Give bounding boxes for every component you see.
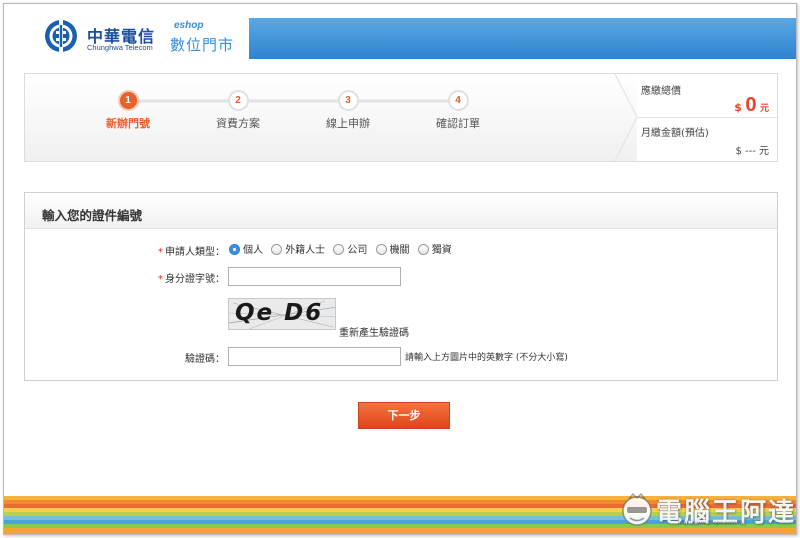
- id-number-label: * 身分證字號：: [25, 270, 225, 285]
- step-rate-plan: 2 資費方案: [198, 90, 278, 131]
- step-label: 資費方案: [216, 117, 260, 130]
- form-title-bar: 輸入您的證件編號: [25, 193, 777, 229]
- captcha-image: Qe D6: [228, 298, 336, 330]
- captcha-label: 驗證碼：: [185, 354, 225, 365]
- id-number-row: * 身分證字號：: [25, 267, 777, 287]
- radio-label: 獨資: [431, 245, 452, 256]
- captcha-row: 驗證碼： 請輸入上方圖片中的英數字 (不分大小寫): [25, 347, 777, 367]
- radio-agency[interactable]: 機關: [375, 241, 410, 256]
- required-mark: *: [158, 247, 163, 258]
- step-number: 2: [227, 90, 249, 111]
- radio-button[interactable]: [417, 243, 429, 255]
- radio-button[interactable]: [271, 243, 283, 255]
- monthly-fee-label: 月繳金額(預估): [641, 128, 709, 139]
- step-online-apply: 3 線上申辦: [308, 90, 388, 131]
- total-price-label: 應繳總價: [641, 86, 681, 97]
- step-confirm-order: 4 確認訂單: [418, 90, 498, 131]
- site-header: 中華電信 Chunghwa Telecom eshop 數位門市: [4, 4, 796, 60]
- radio-label: 外籍人士: [285, 245, 326, 256]
- digital-store-label: 數位門市: [170, 36, 235, 54]
- price-divider: [637, 117, 777, 118]
- step-label: 新辦門號: [106, 117, 150, 130]
- required-mark: *: [158, 274, 163, 285]
- id-number-label-text: 身分證字號：: [165, 274, 225, 285]
- radio-individual[interactable]: 個人: [229, 241, 263, 256]
- id-form-box: 輸入您的證件編號 * 申請人類型： 個人 外籍人士 公司 機關 獨資 * 身分證字號…: [24, 192, 778, 381]
- logo-english-name: Chunghwa Telecom: [87, 43, 153, 52]
- applicant-type-row: * 申請人類型： 個人 外籍人士 公司 機關 獨資: [25, 240, 777, 260]
- step-number: 1: [117, 90, 139, 111]
- id-number-input[interactable]: [228, 267, 401, 286]
- form-title: 輸入您的證件編號: [42, 208, 143, 223]
- radio-label: 機關: [389, 245, 410, 256]
- step-number: 4: [447, 90, 469, 111]
- next-step-button[interactable]: 下一步: [358, 402, 450, 429]
- applicant-type-label: * 申請人類型：: [25, 243, 225, 258]
- radio-button[interactable]: [375, 243, 387, 255]
- applicant-type-label-text: 申請人類型：: [165, 247, 225, 258]
- step-number: 3: [337, 90, 359, 111]
- browser-content: 中華電信 Chunghwa Telecom eshop 數位門市 1 新辦門號 …: [3, 3, 797, 535]
- chunghwa-logo-icon: [45, 20, 77, 52]
- monthly-fee-value: $ --- 元: [735, 146, 769, 157]
- regenerate-captcha-link[interactable]: 重新產生驗證碼: [339, 324, 409, 339]
- applicant-type-radio-group: 個人 外籍人士 公司 機關 獨資: [229, 241, 457, 256]
- radio-label: 個人: [243, 245, 263, 256]
- radio-company[interactable]: 公司: [333, 241, 367, 256]
- radio-button[interactable]: [333, 243, 345, 255]
- chunghwa-logo[interactable]: 中華電信 Chunghwa Telecom eshop 數位門市: [42, 17, 238, 57]
- currency-sign: $: [734, 101, 742, 114]
- captcha-input[interactable]: [228, 347, 401, 366]
- price-summary-panel: 應繳總價 $ 0 元 月繳金額(預估) $ --- 元: [637, 74, 777, 161]
- mascot-icon: [622, 492, 652, 526]
- watermark-url: http://www.kocpc.com.tw: [678, 521, 744, 527]
- watermark: 電腦王阿達 http://www.kocpc.com.tw: [618, 490, 794, 530]
- currency-unit: 元: [759, 104, 769, 114]
- steps-panel: 1 新辦門號 2 資費方案 3 線上申辦 4 確認訂單: [25, 74, 637, 161]
- radio-label: 公司: [347, 245, 368, 256]
- step-new-number: 1 新辦門號: [88, 90, 168, 131]
- step-label: 線上申辦: [326, 117, 370, 130]
- radio-foreigner[interactable]: 外籍人士: [271, 241, 325, 256]
- progress-steps-box: 1 新辦門號 2 資費方案 3 線上申辦 4 確認訂單 應繳總價 $ 0 元 月…: [24, 73, 778, 162]
- total-price-value: $ 0 元: [734, 94, 769, 117]
- total-amount: 0: [745, 94, 757, 116]
- radio-button[interactable]: [229, 243, 240, 255]
- step-label: 確認訂單: [436, 117, 480, 130]
- eshop-label: eshop: [174, 20, 204, 31]
- captcha-hint: 請輸入上方圖片中的英數字 (不分大小寫): [405, 353, 568, 363]
- captcha-text: Qe D6: [235, 300, 324, 326]
- radio-sole-proprietor[interactable]: 獨資: [417, 241, 452, 256]
